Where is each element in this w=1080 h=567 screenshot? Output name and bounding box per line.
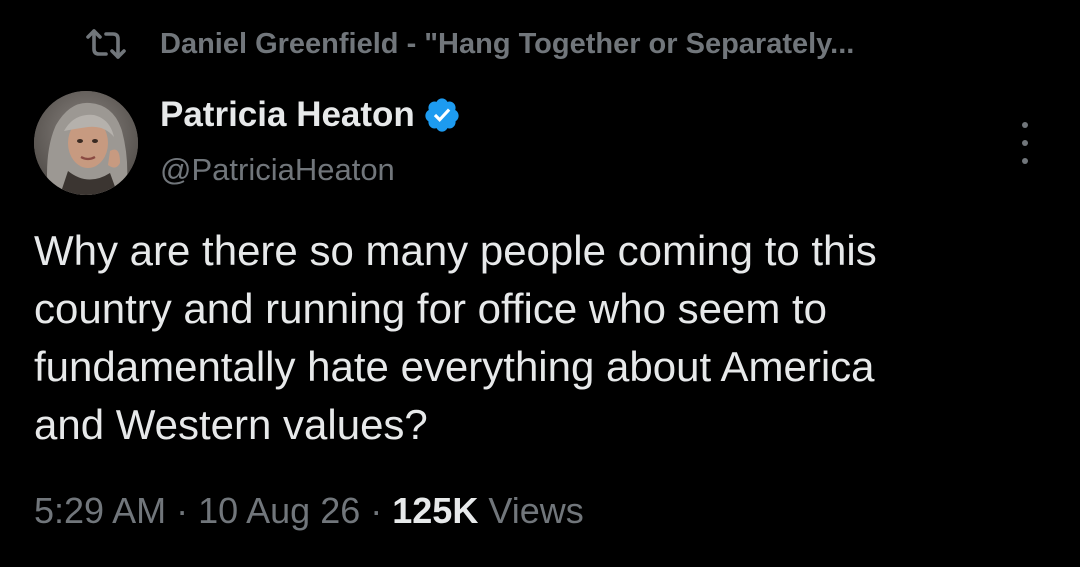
meta-separator: · <box>370 490 383 531</box>
retweet-text: Daniel Greenfield - "Hang Together or Se… <box>160 27 855 60</box>
meta-separator: · <box>176 490 189 531</box>
author-name-row[interactable]: Patricia Heaton <box>160 90 461 140</box>
author-name[interactable]: Patricia Heaton <box>160 95 415 135</box>
verified-badge-icon <box>423 96 461 134</box>
more-dot <box>1022 122 1028 128</box>
tweet-text: Why are there so many people coming to t… <box>34 222 1054 454</box>
tweet-text-line: fundamentally hate everything about Amer… <box>34 343 875 390</box>
more-dot <box>1022 158 1028 164</box>
tweet-text-line: country and running for office who seem … <box>34 285 828 332</box>
more-dot <box>1022 140 1028 146</box>
tweet-meta: 5:29 AM · 10 Aug 26 · 125K Views <box>34 486 584 536</box>
author-handle[interactable]: @PatriciaHeaton <box>160 152 395 188</box>
avatar-photo <box>34 91 138 195</box>
tweet-text-line: and Western values? <box>34 401 428 448</box>
views-label[interactable]: Views <box>488 490 583 532</box>
views-count[interactable]: 125K <box>392 490 478 532</box>
tweet-time[interactable]: 5:29 AM <box>34 490 166 532</box>
tweet-date[interactable]: 10 Aug 26 <box>198 490 360 532</box>
retweet-icon <box>84 27 128 61</box>
tweet-text-line: Why are there so many people coming to t… <box>34 227 877 274</box>
more-options-icon[interactable] <box>1010 122 1040 164</box>
avatar[interactable] <box>34 91 138 195</box>
retweet-context[interactable]: Daniel Greenfield - "Hang Together or Se… <box>84 22 1044 66</box>
